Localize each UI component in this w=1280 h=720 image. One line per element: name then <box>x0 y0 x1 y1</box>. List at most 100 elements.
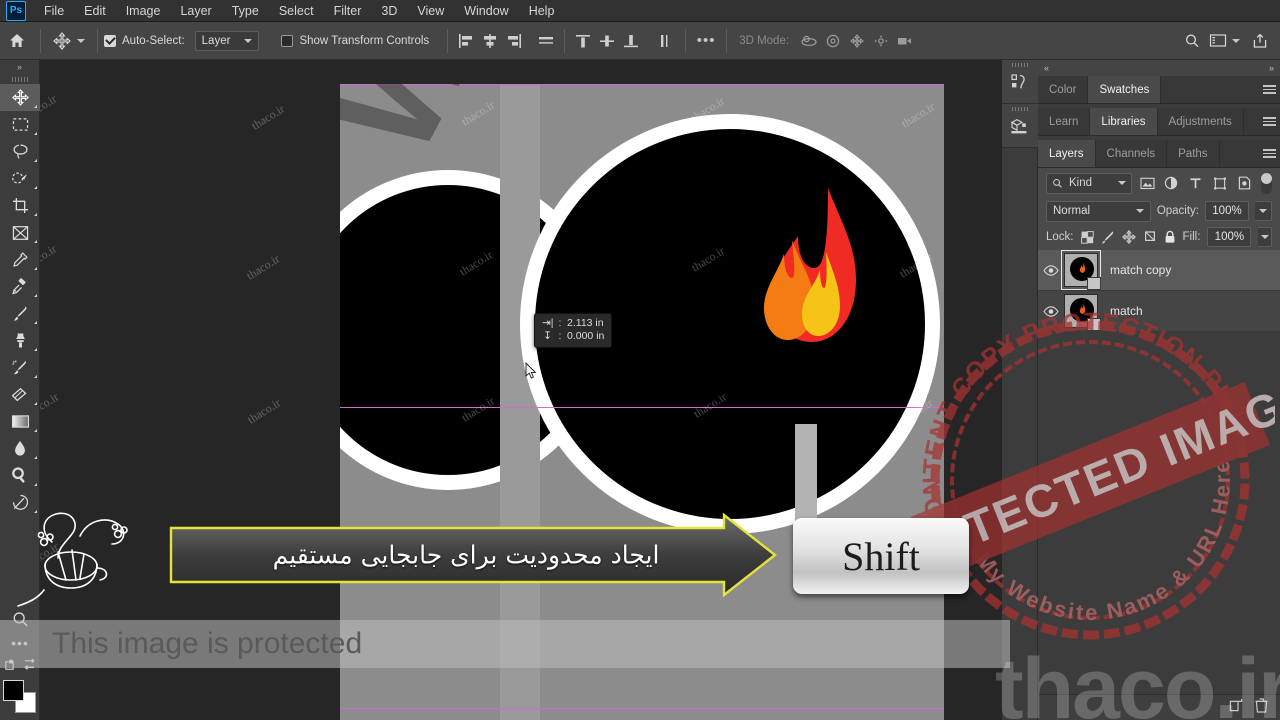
align-bottom-edges-button[interactable] <box>619 29 643 53</box>
tool-dodge[interactable] <box>0 462 40 489</box>
menu-item-type[interactable]: Type <box>222 2 269 20</box>
tool-more-corner-icon <box>34 348 37 351</box>
layer-filter-kind-dropdown[interactable]: Kind <box>1046 172 1132 194</box>
tab-learn[interactable]: Learn <box>1038 108 1091 135</box>
tool-frame[interactable] <box>0 219 40 246</box>
slide-3d-button[interactable] <box>869 29 893 53</box>
double-chevron-left-icon[interactable]: « <box>1044 63 1049 73</box>
workspace-switcher-button[interactable] <box>1206 29 1230 53</box>
tool-lasso[interactable] <box>0 138 40 165</box>
tool-rectangular-marquee[interactable] <box>0 111 40 138</box>
distribute-vertical-button[interactable] <box>653 29 677 53</box>
tab-layers[interactable]: Layers <box>1038 140 1096 167</box>
tool-crop[interactable] <box>0 192 40 219</box>
show-transform-controls-checkbox[interactable] <box>281 34 294 47</box>
camera-3d-button[interactable] <box>893 29 917 53</box>
vertical-offset-icon: ↧ <box>543 330 552 342</box>
menu-item-file[interactable]: File <box>34 2 74 20</box>
menu-bar: Ps File Edit Image Layer Type Select Fil… <box>0 0 1280 22</box>
home-icon <box>10 34 24 47</box>
tool-spot-healing-brush[interactable] <box>0 273 40 300</box>
layer-row-match-copy[interactable]: match copy <box>1038 250 1280 291</box>
fill-value-field[interactable]: 100% <box>1207 227 1252 247</box>
orbit-3d-button[interactable] <box>797 29 821 53</box>
align-right-edges-button[interactable] <box>502 29 526 53</box>
filter-enable-toggle[interactable] <box>1261 172 1272 194</box>
tab-libraries[interactable]: Libraries <box>1090 108 1158 135</box>
tab-swatches[interactable]: Swatches <box>1088 76 1162 103</box>
layer-visibility-toggle[interactable] <box>1038 264 1064 276</box>
opacity-value-field[interactable]: 100% <box>1205 201 1249 221</box>
tool-history-brush[interactable] <box>0 354 40 381</box>
align-horizontal-centers-button[interactable] <box>478 29 502 53</box>
menu-item-window[interactable]: Window <box>454 2 518 20</box>
divider <box>40 28 41 53</box>
active-tool-picker[interactable] <box>47 31 91 50</box>
foreground-color-swatch[interactable] <box>3 680 24 701</box>
blend-mode-dropdown[interactable]: Normal <box>1046 200 1151 222</box>
filter-pixel-layers-button[interactable] <box>1138 173 1156 193</box>
filter-type-layers-button[interactable] <box>1187 173 1205 193</box>
tab-adjustments[interactable]: Adjustments <box>1157 108 1244 135</box>
lock-image-pixels-button[interactable] <box>1101 229 1115 245</box>
color-swatches[interactable] <box>3 680 37 714</box>
menu-item-3d[interactable]: 3D <box>371 2 407 20</box>
tool-object-selection[interactable] <box>0 165 40 192</box>
fill-stepper[interactable] <box>1258 227 1272 247</box>
align-left-edges-button[interactable] <box>454 29 478 53</box>
lock-all-button[interactable] <box>1164 229 1176 245</box>
dock-collapse-bar[interactable]: « » <box>1038 60 1280 76</box>
history-panel-button[interactable] <box>1002 60 1038 104</box>
tab-paths[interactable]: Paths <box>1167 140 1220 167</box>
align-top-edges-button[interactable] <box>571 29 595 53</box>
more-options-button[interactable]: ••• <box>692 29 720 53</box>
layer-thumbnail[interactable] <box>1061 250 1101 290</box>
tab-channels[interactable]: Channels <box>1095 140 1168 167</box>
auto-select-checkbox[interactable] <box>104 34 116 47</box>
align-vertical-centers-button[interactable] <box>595 29 619 53</box>
distribute-horizontal-button[interactable] <box>534 29 558 53</box>
pan-3d-button[interactable] <box>845 29 869 53</box>
tool-eraser[interactable] <box>0 381 40 408</box>
panel-menu-button-color[interactable] <box>1258 76 1280 103</box>
guide-horizontal-bottom[interactable] <box>340 708 944 709</box>
menu-item-filter[interactable]: Filter <box>324 2 372 20</box>
3d-panel-icon <box>1010 118 1027 133</box>
panel-grip[interactable] <box>1012 63 1028 67</box>
home-button[interactable] <box>0 33 34 48</box>
menu-item-select[interactable]: Select <box>269 2 324 20</box>
search-button[interactable] <box>1180 29 1204 53</box>
menu-item-edit[interactable]: Edit <box>74 2 116 20</box>
filter-smart-objects-button[interactable] <box>1235 173 1253 193</box>
panel-menu-button-layers[interactable] <box>1258 140 1280 167</box>
tab-color[interactable]: Color <box>1038 76 1089 103</box>
guide-horizontal-middle[interactable] <box>340 407 944 408</box>
filter-shape-layers-button[interactable] <box>1211 173 1229 193</box>
menu-item-image[interactable]: Image <box>116 2 171 20</box>
3d-panel-button[interactable] <box>1002 104 1038 148</box>
panel-grip[interactable] <box>1012 107 1028 111</box>
lock-position-button[interactable] <box>1121 229 1136 245</box>
lock-transparent-pixels-button[interactable] <box>1080 229 1094 245</box>
toolbar-collapse-button[interactable]: » <box>0 60 39 74</box>
tool-eyedropper[interactable] <box>0 246 40 273</box>
filter-adjustment-layers-button[interactable] <box>1162 173 1180 193</box>
double-chevron-right-icon[interactable]: » <box>1269 63 1274 73</box>
tool-clone-stamp[interactable] <box>0 327 40 354</box>
tool-move[interactable] <box>0 84 40 111</box>
tool-blur[interactable] <box>0 435 40 462</box>
share-button[interactable] <box>1248 29 1272 53</box>
tool-gradient[interactable] <box>0 408 40 435</box>
menu-item-layer[interactable]: Layer <box>170 2 221 20</box>
roll-3d-button[interactable] <box>821 29 845 53</box>
lock-artboard-nesting-button[interactable] <box>1143 229 1157 245</box>
menu-item-help[interactable]: Help <box>519 2 565 20</box>
tool-more-corner-icon <box>34 186 37 189</box>
tool-brush[interactable] <box>0 300 40 327</box>
opacity-stepper[interactable] <box>1255 201 1272 221</box>
auto-select-target-dropdown[interactable]: Layer <box>194 30 260 51</box>
toolbar-grip[interactable] <box>0 74 39 84</box>
panel-menu-button-libraries[interactable] <box>1258 108 1280 135</box>
menu-item-view[interactable]: View <box>407 2 454 20</box>
chevron-down-icon[interactable] <box>1232 38 1240 43</box>
